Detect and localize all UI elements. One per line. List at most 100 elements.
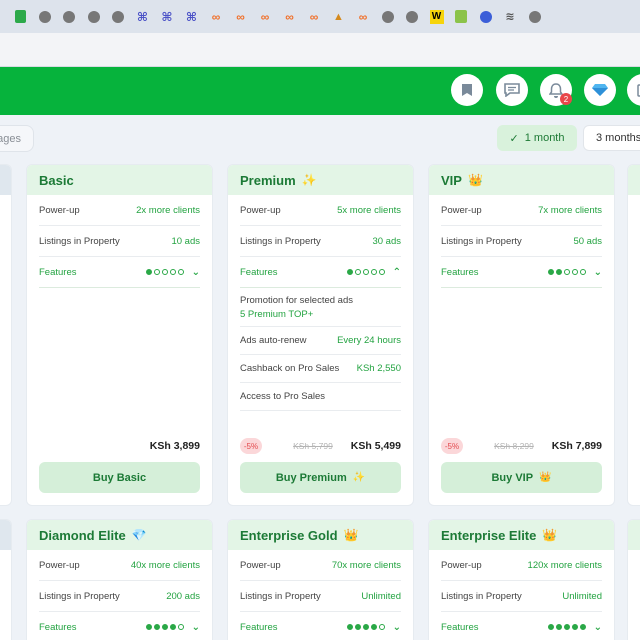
features-toggle[interactable]: Features ⌄: [39, 612, 200, 640]
plan-title: VIP: [441, 172, 462, 188]
shop-icon[interactable]: [449, 5, 473, 29]
plan-title: Diamond Elite: [39, 527, 126, 543]
plan-title: Premium: [240, 172, 296, 188]
chevron-up-icon: ⌃: [392, 266, 401, 278]
period-1-month-button[interactable]: ✓ 1 month: [497, 125, 577, 151]
globe-icon[interactable]: [376, 5, 400, 29]
powerup-row: Power-up 7x more clients: [441, 195, 602, 226]
features-toggle[interactable]: Features ⌃: [240, 257, 401, 288]
period-3-months-button[interactable]: 3 months: [583, 125, 640, 151]
globe-icon[interactable]: [400, 5, 424, 29]
features-toggle[interactable]: Features ⌄: [39, 257, 200, 288]
card-header: Enterprise Gold 👑: [228, 520, 413, 550]
level-dot: [161, 269, 168, 275]
level-dot: [370, 269, 377, 275]
level-dot: [370, 624, 377, 630]
buy-premium-button[interactable]: Buy Premium ✨: [240, 462, 401, 493]
link-icon[interactable]: ∞: [229, 5, 253, 29]
level-dot: [563, 269, 570, 275]
feature-level-dots: ⌄: [547, 266, 602, 278]
diamond-icon: [592, 84, 608, 96]
level-dot: [177, 269, 184, 275]
diamond-icon: 💎: [131, 528, 147, 542]
link-icon[interactable]: ∞: [253, 5, 277, 29]
site-header: 2: [0, 67, 640, 115]
evernote-icon[interactable]: [8, 5, 32, 29]
feature-level-dots: ⌃: [346, 266, 401, 278]
partial-card-right-2: [627, 519, 640, 640]
plan-card-diamond-elite: Diamond Elite 💎 Power-up 40x more client…: [26, 519, 213, 640]
crown-icon: 👑: [539, 472, 552, 483]
level-dot: [362, 624, 369, 630]
level-dot: [346, 269, 353, 275]
powerup-row: Power-up 40x more clients: [39, 550, 200, 581]
perk-access: Access to Pro Sales: [240, 383, 401, 411]
blue-circle-icon[interactable]: [474, 5, 498, 29]
powerup-row: Power-up 5x more clients: [240, 195, 401, 226]
level-dot: [579, 624, 586, 630]
bookmark-button[interactable]: [451, 74, 483, 106]
level-dot: [153, 624, 160, 630]
level-dot: [169, 269, 176, 275]
hx-icon[interactable]: ⌘: [180, 5, 204, 29]
features-toggle[interactable]: Features ⌄: [240, 612, 401, 640]
card-header: Enterprise Elite 👑: [429, 520, 614, 550]
wifi-icon[interactable]: ≋: [498, 5, 522, 29]
level-dot: [571, 269, 578, 275]
hx-icon[interactable]: ⌘: [155, 5, 179, 29]
plan-card-vip: VIP 👑 Power-up 7x more clients Listings …: [428, 164, 615, 506]
discount-badge: -5%: [240, 438, 262, 454]
link-icon[interactable]: ∞: [278, 5, 302, 29]
partial-card-left: [0, 164, 12, 506]
level-dot: [547, 269, 554, 275]
globe-icon[interactable]: [82, 5, 106, 29]
features-toggle[interactable]: Features ⌄: [441, 612, 602, 640]
features-toggle[interactable]: Features ⌄: [441, 257, 602, 288]
notifications-button[interactable]: 2: [540, 74, 572, 106]
card-header: Diamond Elite 💎: [27, 520, 212, 550]
plan-card-enterprise-gold: Enterprise Gold 👑 Power-up 70x more clie…: [227, 519, 414, 640]
link-icon[interactable]: ∞: [351, 5, 375, 29]
w-icon[interactable]: W: [425, 5, 449, 29]
clipboard-button[interactable]: [627, 74, 640, 106]
address-bar[interactable]: [0, 33, 640, 67]
crown-icon: 👑: [542, 528, 558, 542]
diamond-button[interactable]: [584, 74, 616, 106]
level-dot: [547, 624, 554, 630]
level-dot: [579, 269, 586, 275]
chat-button[interactable]: [496, 74, 528, 106]
check-icon: ✓: [509, 132, 519, 145]
perk-cashback: Cashback on Pro Sales KSh 2,550: [240, 355, 401, 383]
sparkles-icon: ✨: [352, 472, 366, 483]
globe-icon[interactable]: [57, 5, 81, 29]
level-dot: [346, 624, 353, 630]
card-header: Basic: [27, 165, 212, 195]
chevron-down-icon: ⌄: [593, 621, 602, 633]
hx-icon[interactable]: ⌘: [131, 5, 155, 29]
partial-card-left-2: [0, 519, 12, 640]
tent-icon[interactable]: ▲: [327, 5, 351, 29]
powerup-row: Power-up 70x more clients: [240, 550, 401, 581]
card-header: VIP 👑: [429, 165, 614, 195]
link-icon[interactable]: ∞: [204, 5, 228, 29]
plan-title: Basic: [39, 172, 74, 188]
listings-row: Listings in Property 200 ads: [39, 581, 200, 612]
level-dot: [354, 269, 361, 275]
category-pill[interactable]: ages: [0, 125, 34, 152]
buy-vip-button[interactable]: Buy VIP 👑: [441, 462, 602, 493]
link-icon[interactable]: ∞: [302, 5, 326, 29]
listings-row: Listings in Property 30 ads: [240, 226, 401, 257]
listings-row: Listings in Property 10 ads: [39, 226, 200, 257]
bookmark-icon: [462, 84, 472, 96]
plan-card-enterprise-elite: Enterprise Elite 👑 Power-up 120x more cl…: [428, 519, 615, 640]
globe-icon[interactable]: [33, 5, 57, 29]
buy-basic-button[interactable]: Buy Basic: [39, 462, 200, 493]
chevron-down-icon: ⌄: [191, 266, 200, 278]
price-line: KSh 3,899: [39, 440, 200, 452]
globe-icon[interactable]: [523, 5, 547, 29]
level-dot: [378, 269, 385, 275]
old-price: KSh 5,799: [293, 441, 333, 451]
globe-icon[interactable]: [106, 5, 130, 29]
chevron-down-icon: ⌄: [593, 266, 602, 278]
price: KSh 5,499: [350, 440, 401, 452]
